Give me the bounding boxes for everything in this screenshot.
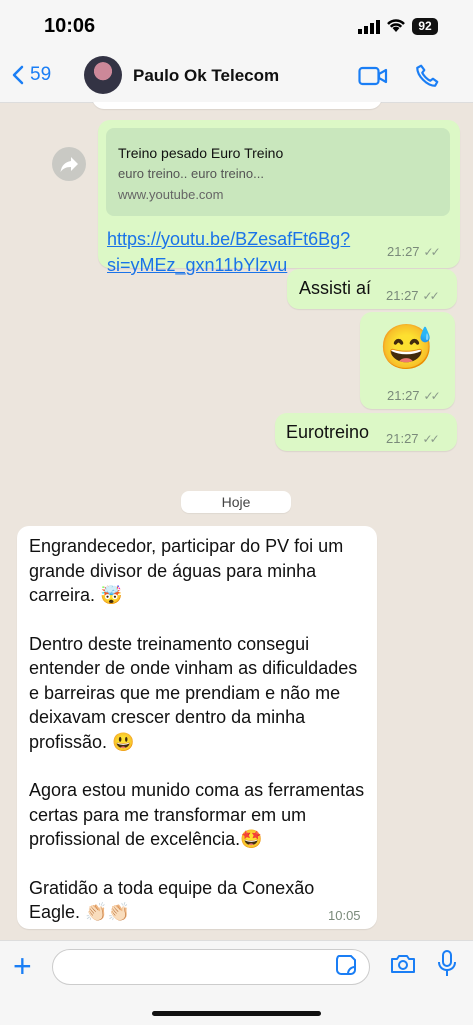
- message-bubble-incoming[interactable]: Engrandecedor, participar do PV foi um g…: [17, 526, 377, 929]
- microphone-icon[interactable]: [437, 949, 457, 979]
- status-bar: 10:06 92: [0, 0, 473, 50]
- message-emoji: 😅: [379, 323, 434, 372]
- battery-indicator: 92: [412, 18, 438, 35]
- chevron-left-icon: [12, 65, 24, 85]
- unread-count: 59: [30, 64, 52, 85]
- date-separator: Hoje: [181, 491, 291, 513]
- link-preview-title: Treino pesado Euro Treino: [118, 145, 284, 161]
- home-indicator: [152, 1011, 321, 1016]
- link-preview-domain: www.youtube.com: [118, 187, 224, 202]
- message-meta: 21:27 ✓✓: [386, 288, 440, 303]
- back-button[interactable]: 59: [12, 64, 51, 86]
- message-link-preview[interactable]: Treino pesado Euro Treino euro treino.. …: [98, 120, 460, 275]
- phone-icon[interactable]: [414, 63, 440, 89]
- message-text: Assisti aí: [299, 278, 372, 298]
- message-text: Engrandecedor, participar do PV foi um g…: [29, 534, 369, 925]
- message-time: 21:27: [386, 431, 419, 446]
- video-camera-icon[interactable]: [358, 65, 388, 87]
- double-check-icon: ✓✓: [423, 388, 441, 403]
- status-time: 10:06: [44, 15, 96, 37]
- signal-icon: [358, 20, 380, 34]
- message-bubble[interactable]: Eurotreino 21:27 ✓✓: [275, 413, 457, 451]
- message-paragraph: Gratidão a toda equipe da Conexão Eagle.…: [29, 877, 315, 923]
- message-time: 21:27: [387, 388, 420, 403]
- message-bubble-partial: [92, 102, 382, 109]
- link-preview-description: euro treino.. euro treino...: [118, 166, 264, 181]
- chat-area[interactable]: Treino pesado Euro Treino euro treino.. …: [0, 102, 473, 940]
- composer-bar: +: [0, 940, 473, 1025]
- contact-name[interactable]: Paulo Ok Telecom: [133, 66, 279, 86]
- forward-icon: [60, 157, 78, 172]
- message-text: Eurotreino: [286, 422, 370, 442]
- chat-header: 59 Paulo Ok Telecom: [0, 50, 473, 103]
- message-paragraph: Dentro deste treinamento consegui entend…: [29, 633, 358, 752]
- avatar[interactable]: [84, 56, 122, 94]
- forward-button[interactable]: [52, 147, 86, 181]
- message-meta: 21:27 ✓✓: [387, 388, 441, 403]
- message-paragraph: Engrandecedor, participar do PV foi um g…: [29, 536, 344, 605]
- message-bubble-emoji[interactable]: 😅 21:27 ✓✓: [360, 312, 455, 409]
- double-check-icon: ✓✓: [422, 431, 440, 446]
- message-meta: 21:27 ✓✓: [387, 244, 441, 259]
- plus-icon[interactable]: +: [13, 950, 32, 982]
- message-time: 21:27: [387, 244, 420, 259]
- double-check-icon: ✓✓: [422, 288, 440, 303]
- link-line-1: https://youtu.be/BZesafFt6Bg?: [107, 229, 351, 249]
- link-preview-card[interactable]: Treino pesado Euro Treino euro treino.. …: [106, 128, 450, 216]
- message-meta: 21:27 ✓✓: [386, 431, 440, 446]
- message-input[interactable]: [52, 949, 370, 985]
- sticker-icon[interactable]: [335, 954, 357, 976]
- double-check-icon: ✓✓: [423, 244, 441, 259]
- message-bubble[interactable]: Assisti aí 21:27 ✓✓: [287, 269, 457, 309]
- message-time: 21:27: [386, 288, 419, 303]
- wifi-icon: [387, 19, 405, 32]
- message-paragraph: Agora estou munido coma as ferramentas c…: [29, 780, 365, 849]
- camera-icon[interactable]: [390, 953, 416, 975]
- message-time: 10:05: [328, 908, 361, 923]
